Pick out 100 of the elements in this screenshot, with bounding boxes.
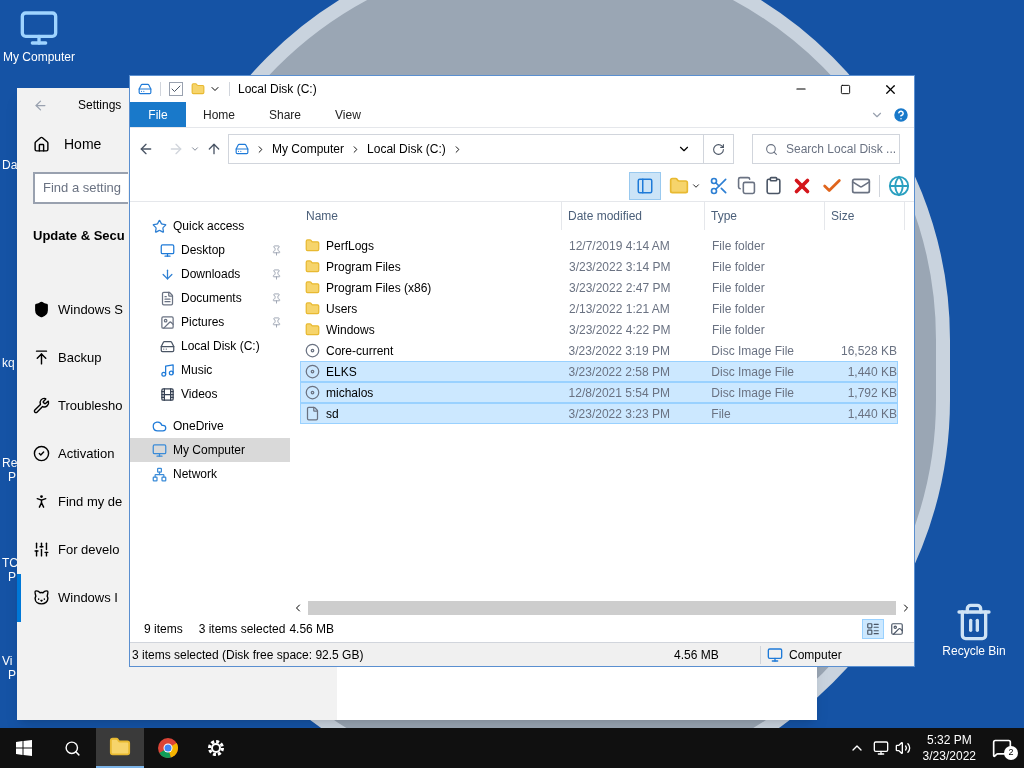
- copy-icon[interactable]: [737, 176, 756, 195]
- nav-item[interactable]: Local Disk (C:): [130, 334, 290, 358]
- file-row[interactable]: Program Files 3/23/2022 3:14 PM File folder: [300, 256, 898, 277]
- search-icon[interactable]: [63, 739, 81, 757]
- computer-icon[interactable]: [19, 8, 59, 48]
- nav-item[interactable]: Videos: [130, 382, 290, 406]
- file-name: michalos: [326, 384, 374, 402]
- properties-icon[interactable]: [169, 82, 183, 96]
- browser-icon: [157, 737, 179, 759]
- nav-item[interactable]: Music: [130, 358, 290, 382]
- globe-icon[interactable]: [888, 174, 910, 197]
- maximize-icon[interactable]: [840, 83, 851, 95]
- disc-icon: [305, 343, 320, 358]
- nav-item[interactable]: Quick access: [130, 214, 290, 238]
- help-icon[interactable]: [892, 105, 910, 124]
- file-row[interactable]: michalos 12/8/2021 5:54 PM Disc Image File 1,792 KB: [300, 382, 898, 403]
- desktop-icon-label[interactable]: TC P: [2, 556, 18, 584]
- explorer-taskbar-button[interactable]: [96, 728, 144, 768]
- cut-icon[interactable]: [709, 175, 729, 196]
- settings-nav-item[interactable]: Backup: [58, 347, 102, 368]
- up-icon[interactable]: [206, 141, 222, 157]
- column-header[interactable]: Size: [825, 202, 905, 230]
- nav-item[interactable]: Downloads: [130, 262, 290, 286]
- start-icon[interactable]: [16, 740, 32, 756]
- type-cell-text: File folder: [711, 321, 766, 339]
- type-cell-text: File folder: [711, 279, 766, 297]
- file-row[interactable]: PerfLogs 12/7/2019 4:14 AM File folder: [300, 235, 898, 256]
- ribbon-tab[interactable]: File: [130, 102, 186, 127]
- home-icon[interactable]: [33, 135, 50, 153]
- network-icon[interactable]: [872, 740, 889, 756]
- desktop-icon-label[interactable]: Re P: [2, 456, 18, 484]
- cat-icon: [33, 589, 50, 606]
- column-header[interactable]: Name: [300, 202, 562, 230]
- size-cell-text: 1,440 KB: [846, 405, 897, 423]
- nav-item[interactable]: Desktop: [130, 238, 290, 262]
- home-link[interactable]: Home: [64, 133, 102, 155]
- date-cell-text: 3/23/2022 3:23 PM: [567, 405, 671, 423]
- nav-item[interactable]: Documents: [130, 286, 290, 310]
- navigation-pane-icon[interactable]: [636, 176, 654, 195]
- settings-nav-item[interactable]: Windows I: [58, 587, 118, 608]
- column-header[interactable]: Date modified: [562, 202, 705, 230]
- scrollbar-thumb[interactable]: [308, 601, 896, 615]
- type-cell-text: Disc Image File: [710, 342, 795, 360]
- folder-icon: [305, 322, 320, 337]
- file-row[interactable]: ELKS 3/23/2022 2:58 PM Disc Image File 1,440 KB: [300, 361, 898, 382]
- type-cell-text: File folder: [711, 300, 766, 318]
- volume-icon[interactable]: [894, 740, 911, 756]
- desktop-icon-label[interactable]: Da: [2, 158, 18, 172]
- refresh-icon[interactable]: [712, 142, 725, 156]
- file-name: Core-current: [326, 342, 394, 360]
- file-row[interactable]: Core-current 3/23/2022 3:19 PM Disc Image File 16,528 KB: [300, 340, 898, 361]
- file-row[interactable]: Windows 3/23/2022 4:22 PM File folder: [300, 319, 898, 340]
- nav-item[interactable]: OneDrive: [130, 414, 290, 438]
- search-field[interactable]: Find a setting: [33, 172, 128, 204]
- settings-nav-item[interactable]: Activation: [58, 443, 115, 464]
- shield-icon: [33, 301, 50, 318]
- nav-item[interactable]: My Computer: [130, 438, 290, 462]
- documents-icon: [160, 290, 175, 306]
- tools-icon: [33, 541, 50, 558]
- settings-nav-item[interactable]: Troublesho: [58, 395, 123, 416]
- settings-nav-item[interactable]: Find my de: [58, 491, 123, 512]
- drive-icon[interactable]: [138, 82, 152, 96]
- size-cell-text: 1,440 KB: [846, 363, 897, 381]
- desktop-icon-label[interactable]: kq: [2, 356, 15, 370]
- desktop-icon-label[interactable]: Recycle Bin: [942, 642, 1006, 660]
- ribbon-tab[interactable]: Home: [186, 102, 252, 127]
- nav-item[interactable]: Pictures: [130, 310, 290, 334]
- size-cell-text: 16,528 KB: [839, 342, 897, 360]
- folder-icon: [305, 238, 320, 253]
- breadcrumb[interactable]: Local Disk (C:): [367, 140, 446, 158]
- file-name: Windows: [326, 321, 375, 339]
- file-name: Users: [326, 300, 358, 318]
- settings-nav-item[interactable]: For develo: [58, 539, 120, 560]
- downloads-icon: [160, 266, 175, 282]
- back-icon[interactable]: [138, 141, 154, 157]
- ribbon-tab[interactable]: Share: [252, 102, 319, 127]
- details-view-button[interactable]: [862, 619, 884, 639]
- date-cell-text: 3/23/2022 3:19 PM: [567, 342, 671, 360]
- column-header[interactable]: Type: [705, 202, 825, 230]
- ribbon-tab[interactable]: View: [318, 102, 378, 127]
- videos-icon: [160, 386, 175, 402]
- file-name: ELKS: [326, 363, 357, 381]
- breadcrumb[interactable]: My Computer: [272, 140, 345, 158]
- file-row[interactable]: Users 2/13/2022 1:21 AM File folder: [300, 298, 898, 319]
- section-heading: Update & Secu: [33, 227, 125, 245]
- window-title: Local Disk (C:): [238, 81, 318, 98]
- file-row[interactable]: sd 3/23/2022 3:23 PM File 1,440 KB: [300, 403, 898, 424]
- settings-nav-item[interactable]: Windows S: [58, 299, 124, 320]
- nav-item[interactable]: Network: [130, 462, 290, 486]
- pictures-icon: [160, 314, 175, 330]
- desktop-icon-label[interactable]: Vi P: [2, 654, 16, 682]
- search-field[interactable]: Search Local Disk ...: [752, 134, 900, 164]
- desktop-icon-label[interactable]: My Computer: [3, 48, 75, 66]
- address-bar[interactable]: My Computer Local Disk (C:): [228, 134, 734, 164]
- computer-icon: [767, 646, 783, 663]
- gear-icon: [206, 738, 226, 758]
- wrench-icon: [33, 397, 50, 414]
- file-row[interactable]: Program Files (x86) 3/23/2022 2:47 PM File folder: [300, 277, 898, 298]
- paste-icon[interactable]: [764, 176, 783, 195]
- clock[interactable]: 5:32 PM 3/23/2022: [918, 732, 980, 764]
